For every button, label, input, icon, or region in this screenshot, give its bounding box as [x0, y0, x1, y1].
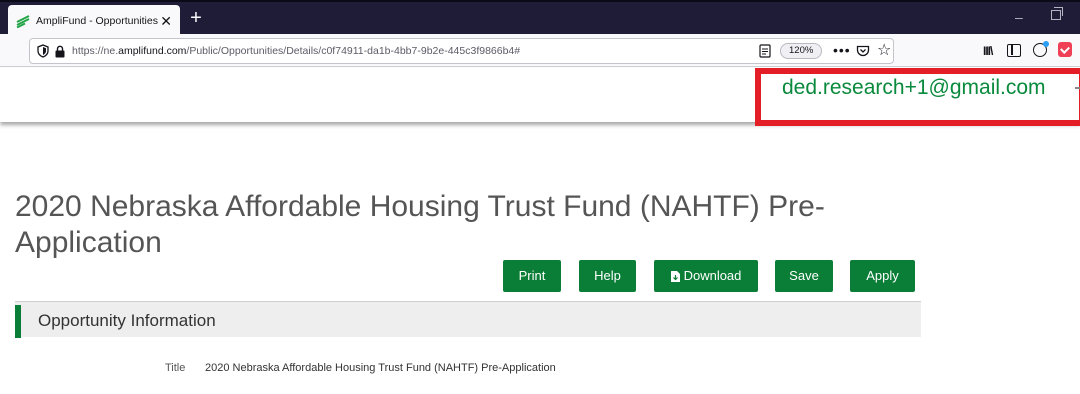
- browser-tab-bar: AmpliFund - Opportunities ✕ + –: [0, 0, 1080, 36]
- lock-icon[interactable]: [54, 45, 66, 58]
- page-title: 2020 Nebraska Affordable Housing Trust F…: [15, 190, 825, 259]
- url-text[interactable]: https://ne.amplifund.com/Public/Opportun…: [72, 45, 520, 57]
- help-button[interactable]: Help: [579, 260, 636, 292]
- user-menu-caret-icon[interactable]: [1075, 87, 1080, 89]
- opportunity-information-section-header: Opportunity Information: [15, 301, 921, 338]
- window-minimize-button[interactable]: –: [1015, 9, 1023, 25]
- zoom-level-button[interactable]: 120%: [780, 43, 823, 59]
- user-menu-email[interactable]: ded.research+1@gmail.com: [782, 76, 1046, 100]
- page-actions-more-icon[interactable]: •••: [833, 42, 851, 58]
- print-button[interactable]: Print: [503, 260, 561, 292]
- title-field-value: 2020 Nebraska Affordable Housing Trust F…: [205, 362, 556, 374]
- browser-tab-amplifund[interactable]: AmpliFund - Opportunities ✕: [8, 5, 180, 36]
- save-button[interactable]: Save: [775, 260, 833, 292]
- section-accent-bar: [15, 305, 21, 338]
- download-button[interactable]: Download: [654, 260, 758, 292]
- url-bar[interactable]: https://ne.amplifund.com/Public/Opportun…: [29, 38, 894, 64]
- title-field-label: Title: [165, 362, 186, 374]
- browser-nav-bar: https://ne.amplifund.com/Public/Opportun…: [0, 34, 1080, 67]
- new-tab-button[interactable]: +: [184, 7, 208, 31]
- shield-icon[interactable]: [36, 44, 50, 58]
- pocket-extension-icon[interactable]: [1058, 42, 1072, 57]
- library-icon[interactable]: III\: [983, 44, 993, 58]
- pocket-icon[interactable]: [856, 44, 870, 58]
- reader-view-icon[interactable]: [759, 44, 771, 58]
- tab-title: AmpliFund - Opportunities: [36, 14, 158, 27]
- amplifund-favicon-icon: [16, 14, 30, 28]
- download-file-icon: [670, 270, 680, 282]
- window-restore-button[interactable]: [1051, 7, 1063, 20]
- account-notification-dot: [1043, 41, 1049, 47]
- section-title: Opportunity Information: [38, 311, 216, 330]
- download-button-label: Download: [683, 268, 742, 283]
- bookmark-star-icon[interactable]: ☆: [877, 40, 891, 60]
- tab-close-icon[interactable]: ✕: [160, 14, 172, 28]
- sidebar-icon[interactable]: [1007, 44, 1021, 57]
- apply-button[interactable]: Apply: [850, 260, 915, 292]
